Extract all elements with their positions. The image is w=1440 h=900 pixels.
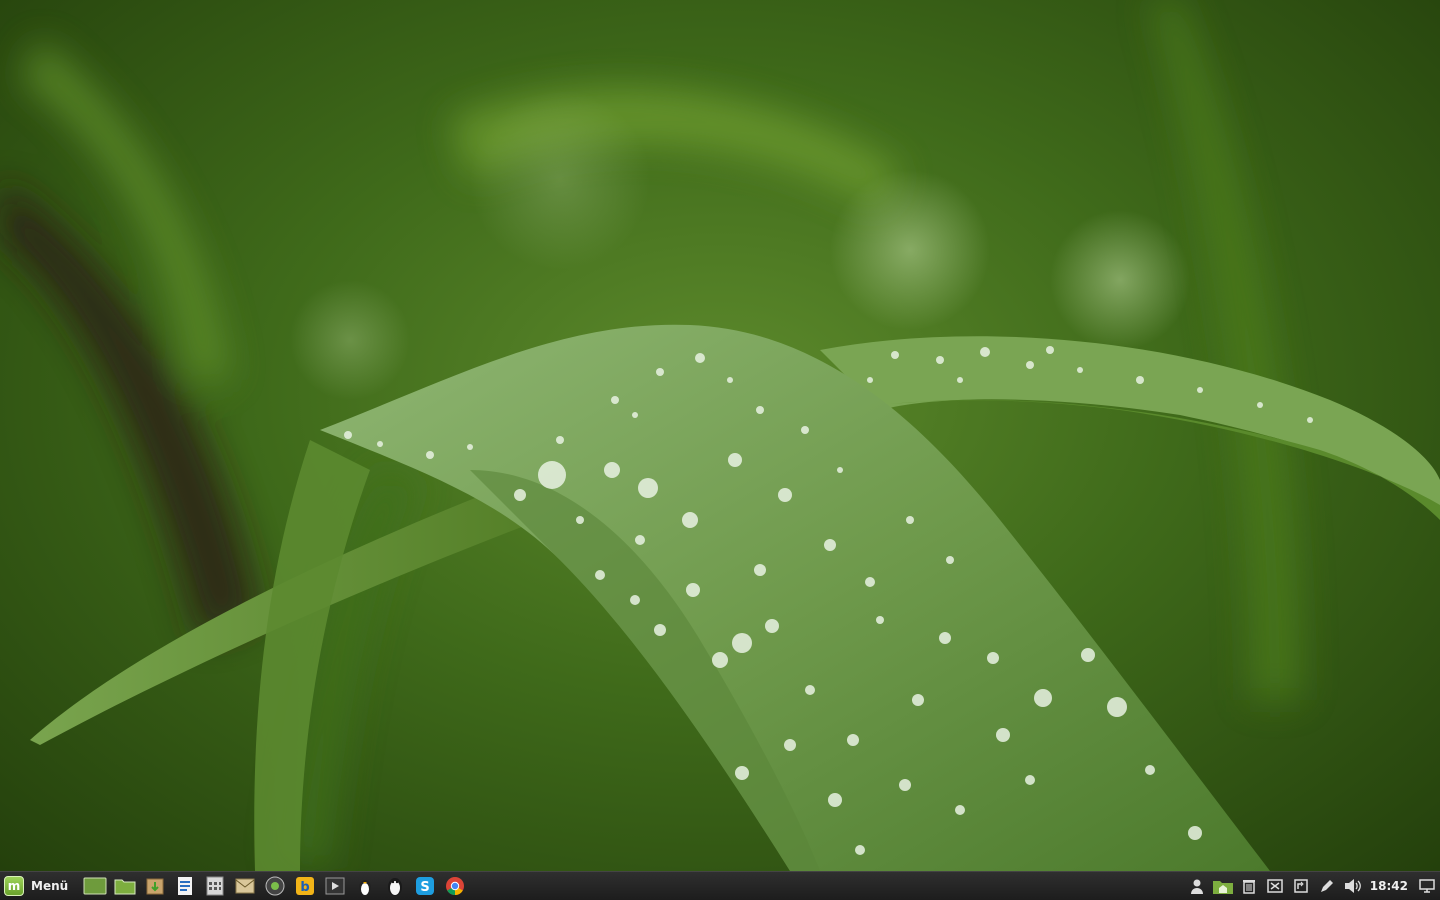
svg-text:b: b: [301, 880, 310, 895]
leaf-wallpaper-image: [0, 0, 1440, 871]
linux-mint-logo-icon: m: [4, 876, 24, 896]
files-launcher[interactable]: [110, 872, 140, 900]
chrome-launcher[interactable]: [440, 872, 470, 900]
network-icon: [1294, 879, 1308, 893]
user-tray-button[interactable]: [1184, 872, 1210, 900]
main-menu-button[interactable]: m Menü: [0, 872, 74, 900]
penguin-game-icon: [359, 880, 372, 896]
penguin-chat-launcher[interactable]: [380, 872, 410, 900]
penguin-game-launcher[interactable]: [350, 872, 380, 900]
panel-launchers: b S: [80, 872, 470, 900]
calculator-launcher[interactable]: [200, 872, 230, 900]
home-folder-icon: [1212, 881, 1233, 894]
skype-launcher[interactable]: S: [410, 872, 440, 900]
system-tray: 18:42: [1184, 872, 1440, 900]
show-desktop-tray-button[interactable]: [1414, 872, 1440, 900]
writer-document-icon: [178, 877, 193, 895]
screenshot-icon: [265, 876, 285, 896]
show-desktop-launcher[interactable]: [80, 872, 110, 900]
skype-icon: S: [416, 877, 435, 895]
close-window-icon: [1267, 879, 1283, 893]
calculator-icon: [206, 876, 224, 896]
user-icon: [1190, 879, 1203, 894]
chrome-icon: [446, 877, 465, 895]
network-tray-button[interactable]: [1288, 872, 1314, 900]
taskbar-panel: m Menü b S 18:42: [0, 871, 1440, 900]
screenshot-launcher[interactable]: [260, 872, 290, 900]
writer-launcher[interactable]: [170, 872, 200, 900]
svg-text:S: S: [420, 880, 429, 895]
show-desktop-icon: [83, 877, 107, 895]
menu-label: Menü: [31, 879, 69, 893]
pen-tool-tray-button[interactable]: [1314, 872, 1340, 900]
media-player-launcher[interactable]: [320, 872, 350, 900]
package-installer-launcher[interactable]: [140, 872, 170, 900]
volume-icon: [1344, 879, 1361, 893]
package-installer-icon: [146, 878, 164, 895]
home-folder-tray-button[interactable]: [1210, 872, 1236, 900]
close-window-tray-button[interactable]: [1262, 872, 1288, 900]
clock-display[interactable]: 18:42: [1366, 879, 1414, 893]
b-app-icon: b: [296, 877, 315, 895]
trash-icon: [1242, 880, 1255, 894]
pen-tool-icon: [1320, 880, 1333, 892]
trash-tray-button[interactable]: [1236, 872, 1262, 900]
desktop-wallpaper: [0, 0, 1440, 871]
media-player-icon: [325, 877, 345, 895]
mail-launcher[interactable]: [230, 872, 260, 900]
display-icon: [1419, 879, 1435, 893]
b-app-launcher[interactable]: b: [290, 872, 320, 900]
mail-client-icon: [235, 878, 255, 894]
volume-tray-button[interactable]: [1340, 872, 1366, 900]
files-icon: [114, 879, 136, 895]
penguin-chat-icon: [388, 878, 403, 896]
